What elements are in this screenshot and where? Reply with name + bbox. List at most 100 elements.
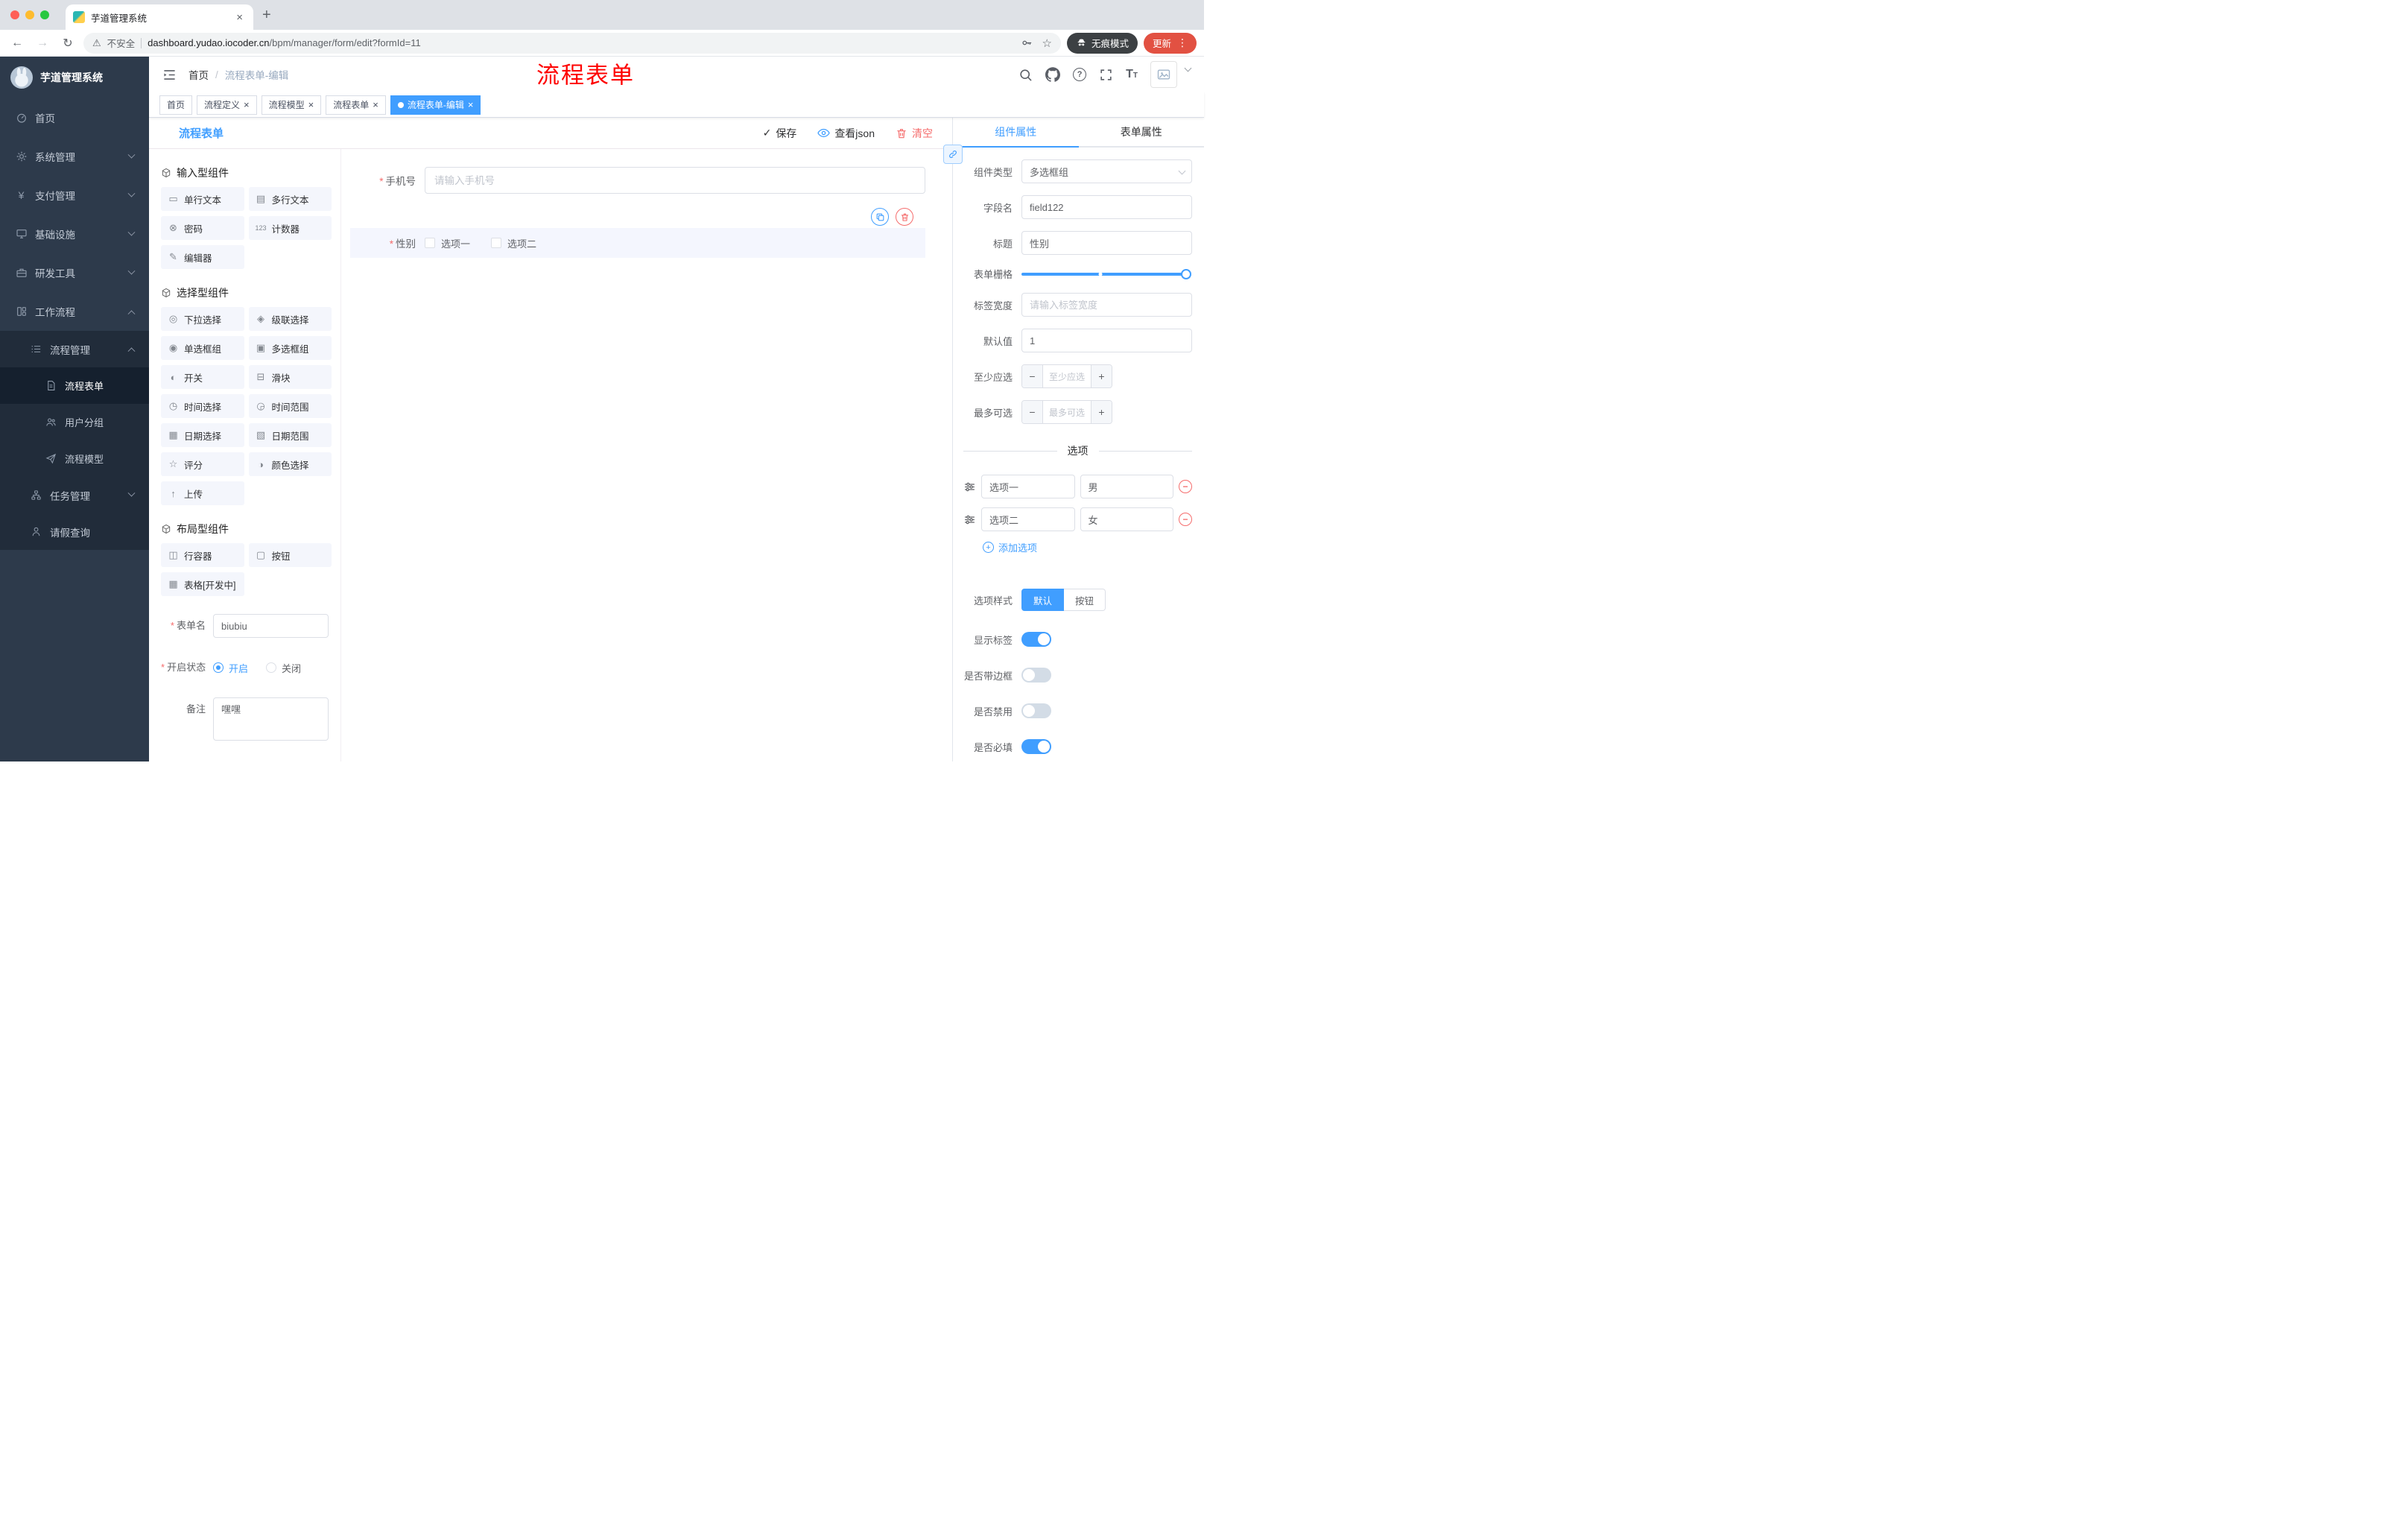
palette-item-password[interactable]: ⊗ 密码: [161, 216, 244, 240]
palette-item-color-picker[interactable]: ◑ 颜色选择: [248, 452, 332, 476]
tag-close-icon[interactable]: ×: [308, 100, 314, 110]
palette-item-checkbox-group[interactable]: ▣ 多选框组: [248, 336, 332, 360]
add-option-button[interactable]: + 添加选项: [983, 540, 1192, 554]
view-json-button[interactable]: 查看json: [817, 126, 875, 141]
field-gender-selected[interactable]: 性别 选项一 选项二: [350, 208, 925, 258]
font-size-icon[interactable]: [1126, 68, 1138, 81]
sidebar-item-process-form[interactable]: 流程表单: [0, 367, 149, 404]
sidebar-fold-icon[interactable]: [162, 68, 177, 82]
required-switch[interactable]: [1021, 739, 1051, 754]
security-label[interactable]: 不安全: [107, 36, 136, 50]
drag-handle-icon[interactable]: [963, 513, 976, 526]
tab-form-props[interactable]: 表单属性: [1079, 118, 1205, 146]
field-phone[interactable]: 手机号: [350, 167, 925, 194]
increment-button[interactable]: +: [1091, 365, 1112, 387]
sidebar-item-user-group[interactable]: 用户分组: [0, 404, 149, 440]
option-value-input[interactable]: [1080, 507, 1173, 531]
palette-item-textarea[interactable]: ▤ 多行文本: [248, 187, 332, 211]
palette-item-button[interactable]: ▢ 按钮: [248, 543, 332, 567]
help-icon[interactable]: [1073, 68, 1087, 81]
drag-handle-icon[interactable]: [963, 481, 976, 493]
sidebar-item-process-model[interactable]: 流程模型: [0, 440, 149, 477]
forward-button[interactable]: →: [33, 34, 52, 53]
reload-button[interactable]: ↻: [58, 34, 77, 53]
palette-item-rate[interactable]: ☆ 评分: [161, 452, 244, 476]
sidebar-item-payment[interactable]: ¥ 支付管理: [0, 176, 149, 215]
back-button[interactable]: ←: [7, 34, 27, 53]
user-avatar[interactable]: [1150, 61, 1177, 88]
sidebar-item-home[interactable]: 首页: [0, 98, 149, 137]
save-button[interactable]: ✓ 保存: [763, 126, 797, 141]
option-value-input[interactable]: [1080, 475, 1173, 498]
remove-option-button[interactable]: −: [1179, 513, 1192, 526]
decrement-button[interactable]: −: [1022, 365, 1043, 387]
sidebar-item-system[interactable]: 系统管理: [0, 137, 149, 176]
sidebar-item-infrastructure[interactable]: 基础设施: [0, 215, 149, 253]
clear-button[interactable]: 清空: [896, 126, 933, 141]
disabled-switch[interactable]: [1021, 703, 1051, 718]
palette-item-editor[interactable]: ✎ 编辑器: [161, 245, 244, 269]
search-icon[interactable]: [1018, 68, 1033, 82]
grid-slider[interactable]: [1021, 268, 1191, 279]
minimize-window-button[interactable]: [25, 10, 34, 19]
palette-item-date-picker[interactable]: ▦ 日期选择: [161, 423, 244, 447]
option-label-input[interactable]: [981, 475, 1075, 498]
browser-menu-icon[interactable]: ⋮: [1177, 37, 1188, 49]
browser-update-button[interactable]: 更新 ⋮: [1143, 32, 1197, 54]
fullscreen-icon[interactable]: [1099, 68, 1113, 82]
copy-component-button[interactable]: [871, 208, 889, 226]
radio-on[interactable]: 开启: [213, 661, 248, 675]
palette-item-select[interactable]: ◎ 下拉选择: [161, 307, 244, 331]
field-name-input[interactable]: [1021, 195, 1192, 219]
password-key-icon[interactable]: [1021, 37, 1033, 49]
min-select-value[interactable]: 至少应选: [1043, 365, 1091, 387]
slider-handle[interactable]: [1181, 268, 1191, 279]
breadcrumb-home[interactable]: 首页: [188, 67, 209, 82]
max-select-value[interactable]: 最多可选: [1043, 401, 1091, 423]
sidebar-item-workflow[interactable]: 工作流程: [0, 292, 149, 331]
palette-item-switch[interactable]: ◐ 开关: [161, 365, 244, 389]
sidebar-item-task-management[interactable]: 任务管理: [0, 477, 149, 513]
show-label-switch[interactable]: [1021, 632, 1051, 647]
link-icon[interactable]: [943, 145, 963, 164]
radio-off[interactable]: 关闭: [266, 661, 301, 675]
remove-option-button[interactable]: −: [1179, 480, 1192, 493]
palette-item-upload[interactable]: ↑ 上传: [161, 481, 244, 505]
palette-item-table[interactable]: ▦ 表格[开发中]: [161, 572, 244, 596]
sidebar-item-devtools[interactable]: 研发工具: [0, 253, 149, 292]
tag-close-icon[interactable]: ×: [244, 100, 250, 110]
component-type-value[interactable]: [1021, 159, 1192, 183]
palette-item-slider[interactable]: ⊟ 滑块: [248, 365, 332, 389]
default-value-input[interactable]: [1021, 329, 1192, 352]
zoom-window-button[interactable]: [40, 10, 49, 19]
tag-close-icon[interactable]: ×: [468, 100, 474, 110]
palette-item-counter[interactable]: 123 计数器: [248, 216, 332, 240]
close-window-button[interactable]: [10, 10, 19, 19]
tag-process-model[interactable]: 流程模型 ×: [261, 95, 322, 115]
browser-tab[interactable]: 芋道管理系统 ×: [66, 4, 253, 30]
tag-close-icon[interactable]: ×: [373, 100, 378, 110]
style-default-button[interactable]: 默认: [1021, 589, 1065, 611]
component-type-select[interactable]: [1021, 159, 1192, 183]
palette-item-cascader[interactable]: ◈ 级联选择: [248, 307, 332, 331]
increment-button[interactable]: +: [1091, 401, 1112, 423]
palette-item-single-text[interactable]: ▭ 单行文本: [161, 187, 244, 211]
title-input[interactable]: [1021, 231, 1192, 255]
palette-item-date-range[interactable]: ▧ 日期范围: [248, 423, 332, 447]
label-width-input[interactable]: [1021, 293, 1192, 317]
bookmark-star-icon[interactable]: ☆: [1042, 37, 1052, 50]
palette-item-row-container[interactable]: ◫ 行容器: [161, 543, 244, 567]
checkbox-option-1[interactable]: 选项一: [425, 236, 470, 250]
tab-component-props[interactable]: 组件属性: [953, 118, 1079, 148]
github-icon[interactable]: [1045, 67, 1061, 82]
remark-textarea[interactable]: 嘿嘿: [213, 697, 329, 741]
delete-component-button[interactable]: [896, 208, 913, 226]
tag-process-form[interactable]: 流程表单 ×: [326, 95, 386, 115]
form-canvas[interactable]: 手机号 性别: [341, 149, 952, 762]
option-label-input[interactable]: [981, 507, 1075, 531]
palette-item-radio-group[interactable]: ◉ 单选框组: [161, 336, 244, 360]
tag-home[interactable]: 首页: [159, 95, 193, 115]
with-border-switch[interactable]: [1021, 668, 1051, 683]
tag-process-definition[interactable]: 流程定义 ×: [197, 95, 257, 115]
address-bar[interactable]: ⚠ 不安全 dashboard.yudao.iocoder.cn/bpm/man…: [83, 32, 1061, 54]
